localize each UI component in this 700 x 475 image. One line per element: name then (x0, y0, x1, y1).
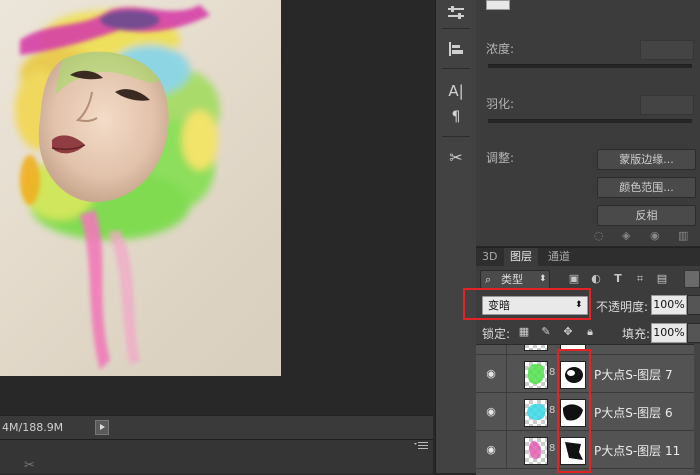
thumbnail-paint (529, 441, 541, 459)
type-filter-icon[interactable]: T (612, 273, 624, 285)
tab-3d[interactable]: 3D (476, 248, 503, 266)
mask-preview-thumbnail (486, 0, 510, 10)
layers-scrollbar[interactable] (694, 344, 700, 474)
layer-name: P大点S-图层 6 (594, 406, 673, 420)
layer-name: P大点S-图层 7 (594, 368, 673, 382)
link-icon[interactable]: 8 (549, 444, 555, 454)
layer-thumbnail (524, 399, 548, 427)
delete-icon[interactable]: ▥ (678, 229, 688, 242)
panel-tabs: 3D 图层 通道 (476, 248, 700, 266)
fill-input[interactable]: 100% (651, 323, 687, 343)
layer-thumbnail (524, 345, 548, 351)
document-size: 4M/188.9M (2, 421, 64, 434)
eye-icon[interactable]: ◉ (485, 406, 497, 418)
color-range-button[interactable]: 颜色范围... (597, 177, 696, 198)
artwork-image (15, 5, 220, 370)
layer-thumbnail (524, 361, 548, 389)
link-icon[interactable]: 8 (549, 406, 555, 416)
lock-all-icon[interactable]: 🔒︎ (584, 326, 596, 338)
eye-icon[interactable]: ◉ (485, 368, 497, 380)
mask-column-highlight-box (557, 349, 591, 473)
filter-kind-select[interactable]: ⌕ 类型 ⬍ (480, 270, 550, 289)
adjust-sliders-icon[interactable] (442, 0, 470, 26)
align-stack-icon[interactable] (442, 36, 470, 62)
document-canvas[interactable] (0, 0, 281, 376)
opacity-dropdown-button[interactable] (687, 295, 700, 315)
lock-pixels-icon[interactable]: ✎ (540, 326, 552, 338)
chevron-updown-icon: ⬍ (539, 274, 547, 284)
density-label: 浓度: (486, 42, 515, 56)
search-icon: ⌕ (485, 273, 492, 286)
lock-label: 锁定: (482, 327, 511, 341)
filter-toggle[interactable] (684, 270, 700, 288)
smart-object-filter-icon[interactable]: ▤ (656, 273, 668, 285)
properties-panel: 浓度: 羽化: 调整: 蒙版边缘... 颜色范围... 反相 ◌ ◈ ◉ ▥ (476, 0, 700, 246)
toolbar-divider (442, 136, 470, 137)
opacity-input[interactable]: 100% (651, 295, 687, 315)
toolbar-divider (442, 28, 470, 29)
thumbnail-paint (528, 364, 544, 384)
canvas-area[interactable]: 4M/188.9M ✂ (0, 0, 433, 474)
load-selection-icon[interactable]: ◌ (594, 229, 604, 242)
opacity-label: 不透明度: (596, 300, 649, 314)
visibility-cell[interactable]: ◉ (476, 431, 507, 468)
thumbnail-paint (527, 404, 545, 420)
tab-layers[interactable]: 图层 (504, 248, 538, 266)
status-menu-arrow-icon[interactable] (95, 420, 109, 435)
character-icon[interactable]: A| (442, 78, 470, 104)
shape-filter-icon[interactable]: ⌗ (634, 273, 646, 285)
eye-icon[interactable]: ◉ (485, 444, 497, 456)
toolbar-divider (442, 68, 470, 69)
link-icon[interactable]: 8 (549, 368, 555, 378)
feather-label: 羽化: (486, 97, 515, 111)
layer-name: P大点S-图层 11 (594, 444, 681, 458)
fill-label: 填充: (622, 327, 651, 341)
apply-mask-icon[interactable]: ◈ (622, 229, 630, 242)
visibility-icon[interactable]: ◉ (650, 229, 660, 242)
blend-mode-highlight-box (463, 288, 591, 320)
feather-slider[interactable] (488, 119, 692, 123)
density-slider[interactable] (488, 64, 692, 68)
adjustment-filter-icon[interactable]: ◐ (590, 273, 602, 285)
lock-row: 锁定: ▦ ✎ ✥ 🔒︎ 填充: 100% (476, 320, 700, 344)
pixel-filter-icon[interactable]: ▣ (568, 273, 580, 285)
lock-transparency-icon[interactable]: ▦ (518, 326, 530, 338)
invert-button[interactable]: 反相 (597, 205, 696, 226)
status-bar: 4M/188.9M (0, 415, 433, 439)
visibility-cell[interactable]: ◉ (476, 355, 507, 392)
tools-cross-icon[interactable]: ✂ (442, 144, 470, 170)
fill-dropdown-button[interactable] (687, 323, 700, 343)
refine-label: 调整: (486, 151, 515, 165)
scissors-icon[interactable]: ✂ (24, 458, 35, 473)
timeline-panel: ✂ (0, 439, 433, 474)
lock-position-icon[interactable]: ✥ (562, 326, 574, 338)
panel-menu-icon[interactable] (414, 442, 428, 450)
density-field[interactable] (640, 40, 694, 60)
feather-field[interactable] (640, 95, 694, 115)
paragraph-icon[interactable]: ¶ (442, 104, 470, 130)
filter-kind-label: 类型 (501, 273, 523, 286)
visibility-cell[interactable]: ◉ (476, 393, 507, 430)
layer-thumbnail (524, 437, 548, 465)
visibility-cell[interactable] (476, 345, 507, 354)
properties-footer-icons: ◌ ◈ ◉ ▥ (594, 229, 694, 243)
panel-icon-toolbar: A| ¶ ✂ (435, 0, 477, 473)
mask-edge-button[interactable]: 蒙版边缘... (597, 149, 696, 170)
tab-channels[interactable]: 通道 (542, 248, 576, 266)
